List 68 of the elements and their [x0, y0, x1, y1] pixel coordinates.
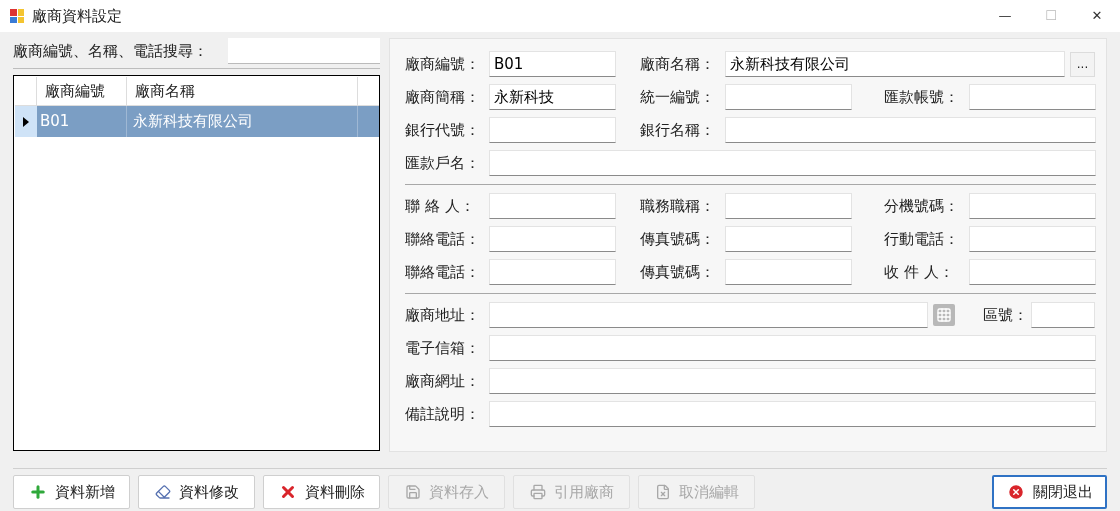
field-label: 廠商網址：	[405, 370, 481, 392]
search-label: 廠商編號、名稱、電話搜尋：	[13, 40, 208, 62]
field-label: 電子信箱：	[405, 337, 481, 359]
field-label: 匯款戶名：	[405, 152, 481, 174]
field-label: 傳真號碼：	[640, 228, 716, 250]
input-field[interactable]: 永新科技有限公司	[725, 51, 1065, 77]
column-header[interactable]: 廠商名稱	[127, 77, 358, 105]
window-title: 廠商資料設定	[32, 5, 122, 27]
document-icon	[654, 484, 671, 500]
input-field[interactable]	[969, 259, 1096, 285]
current-row-icon	[23, 116, 29, 127]
printer-icon	[529, 484, 546, 500]
close-icon	[1006, 483, 1025, 501]
search-field[interactable]	[228, 38, 380, 64]
input-field[interactable]	[1031, 302, 1095, 328]
close-form-button[interactable]: 關閉退出	[992, 475, 1107, 509]
field-label: 聯 絡 人：	[405, 195, 476, 217]
eraser-icon	[154, 484, 171, 500]
input-field[interactable]: B01	[489, 51, 616, 77]
minimize-button[interactable]: —	[982, 0, 1028, 32]
toolbar-button[interactable]: 資料新增	[13, 475, 130, 509]
close-button[interactable]: ✕	[1074, 0, 1120, 32]
toolbar-button[interactable]: 資料刪除	[263, 475, 380, 509]
field-label: 廠商名稱：	[640, 53, 716, 75]
table-cell: B01	[37, 106, 127, 137]
column-header[interactable]: 廠商編號	[37, 77, 127, 105]
app-icon	[10, 9, 24, 23]
toolbar-button[interactable]: 資料修改	[138, 475, 255, 509]
input-field[interactable]	[489, 302, 928, 328]
keypad-icon[interactable]	[933, 304, 955, 326]
field-label: 分機號碼：	[884, 195, 960, 217]
field-label: 聯絡電話：	[405, 228, 481, 250]
field-label: 收 件 人：	[884, 261, 955, 283]
input-field[interactable]	[969, 84, 1096, 110]
input-field[interactable]	[969, 193, 1096, 219]
save-icon	[404, 484, 421, 500]
input-field[interactable]	[489, 150, 1096, 176]
field-label: 行動電話：	[884, 228, 960, 250]
field-label: 職務職稱：	[640, 195, 716, 217]
input-field[interactable]	[725, 226, 852, 252]
input-field[interactable]	[489, 401, 1096, 427]
input-field[interactable]	[489, 226, 616, 252]
browse-button[interactable]: ...	[1070, 51, 1095, 77]
input-field[interactable]	[489, 193, 616, 219]
input-field[interactable]	[489, 335, 1096, 361]
input-field[interactable]	[489, 259, 616, 285]
field-label: 統一編號：	[640, 86, 716, 108]
plus-icon	[28, 483, 47, 501]
field-label: 聯絡電話：	[405, 261, 481, 283]
field-label: 備註說明：	[405, 403, 481, 425]
input-field[interactable]	[725, 117, 1096, 143]
input-field[interactable]	[725, 193, 852, 219]
field-label: 銀行名稱：	[640, 119, 716, 141]
field-label: 廠商簡稱：	[405, 86, 481, 108]
field-label: 廠商地址：	[405, 304, 481, 326]
field-label: 廠商編號：	[405, 53, 481, 75]
input-field[interactable]	[725, 84, 852, 110]
input-field[interactable]	[969, 226, 1096, 252]
input-field[interactable]	[489, 117, 616, 143]
row-header[interactable]	[15, 106, 37, 137]
input-field[interactable]	[725, 259, 852, 285]
field-label: 區號：	[983, 304, 1029, 326]
field-label: 銀行代號：	[405, 119, 481, 141]
table-cell: 永新科技有限公司	[127, 106, 358, 137]
field-label: 傳真號碼：	[640, 261, 716, 283]
field-label: 匯款帳號：	[884, 86, 960, 108]
input-field[interactable]	[489, 368, 1096, 394]
input-field[interactable]: 永新科技	[489, 84, 616, 110]
